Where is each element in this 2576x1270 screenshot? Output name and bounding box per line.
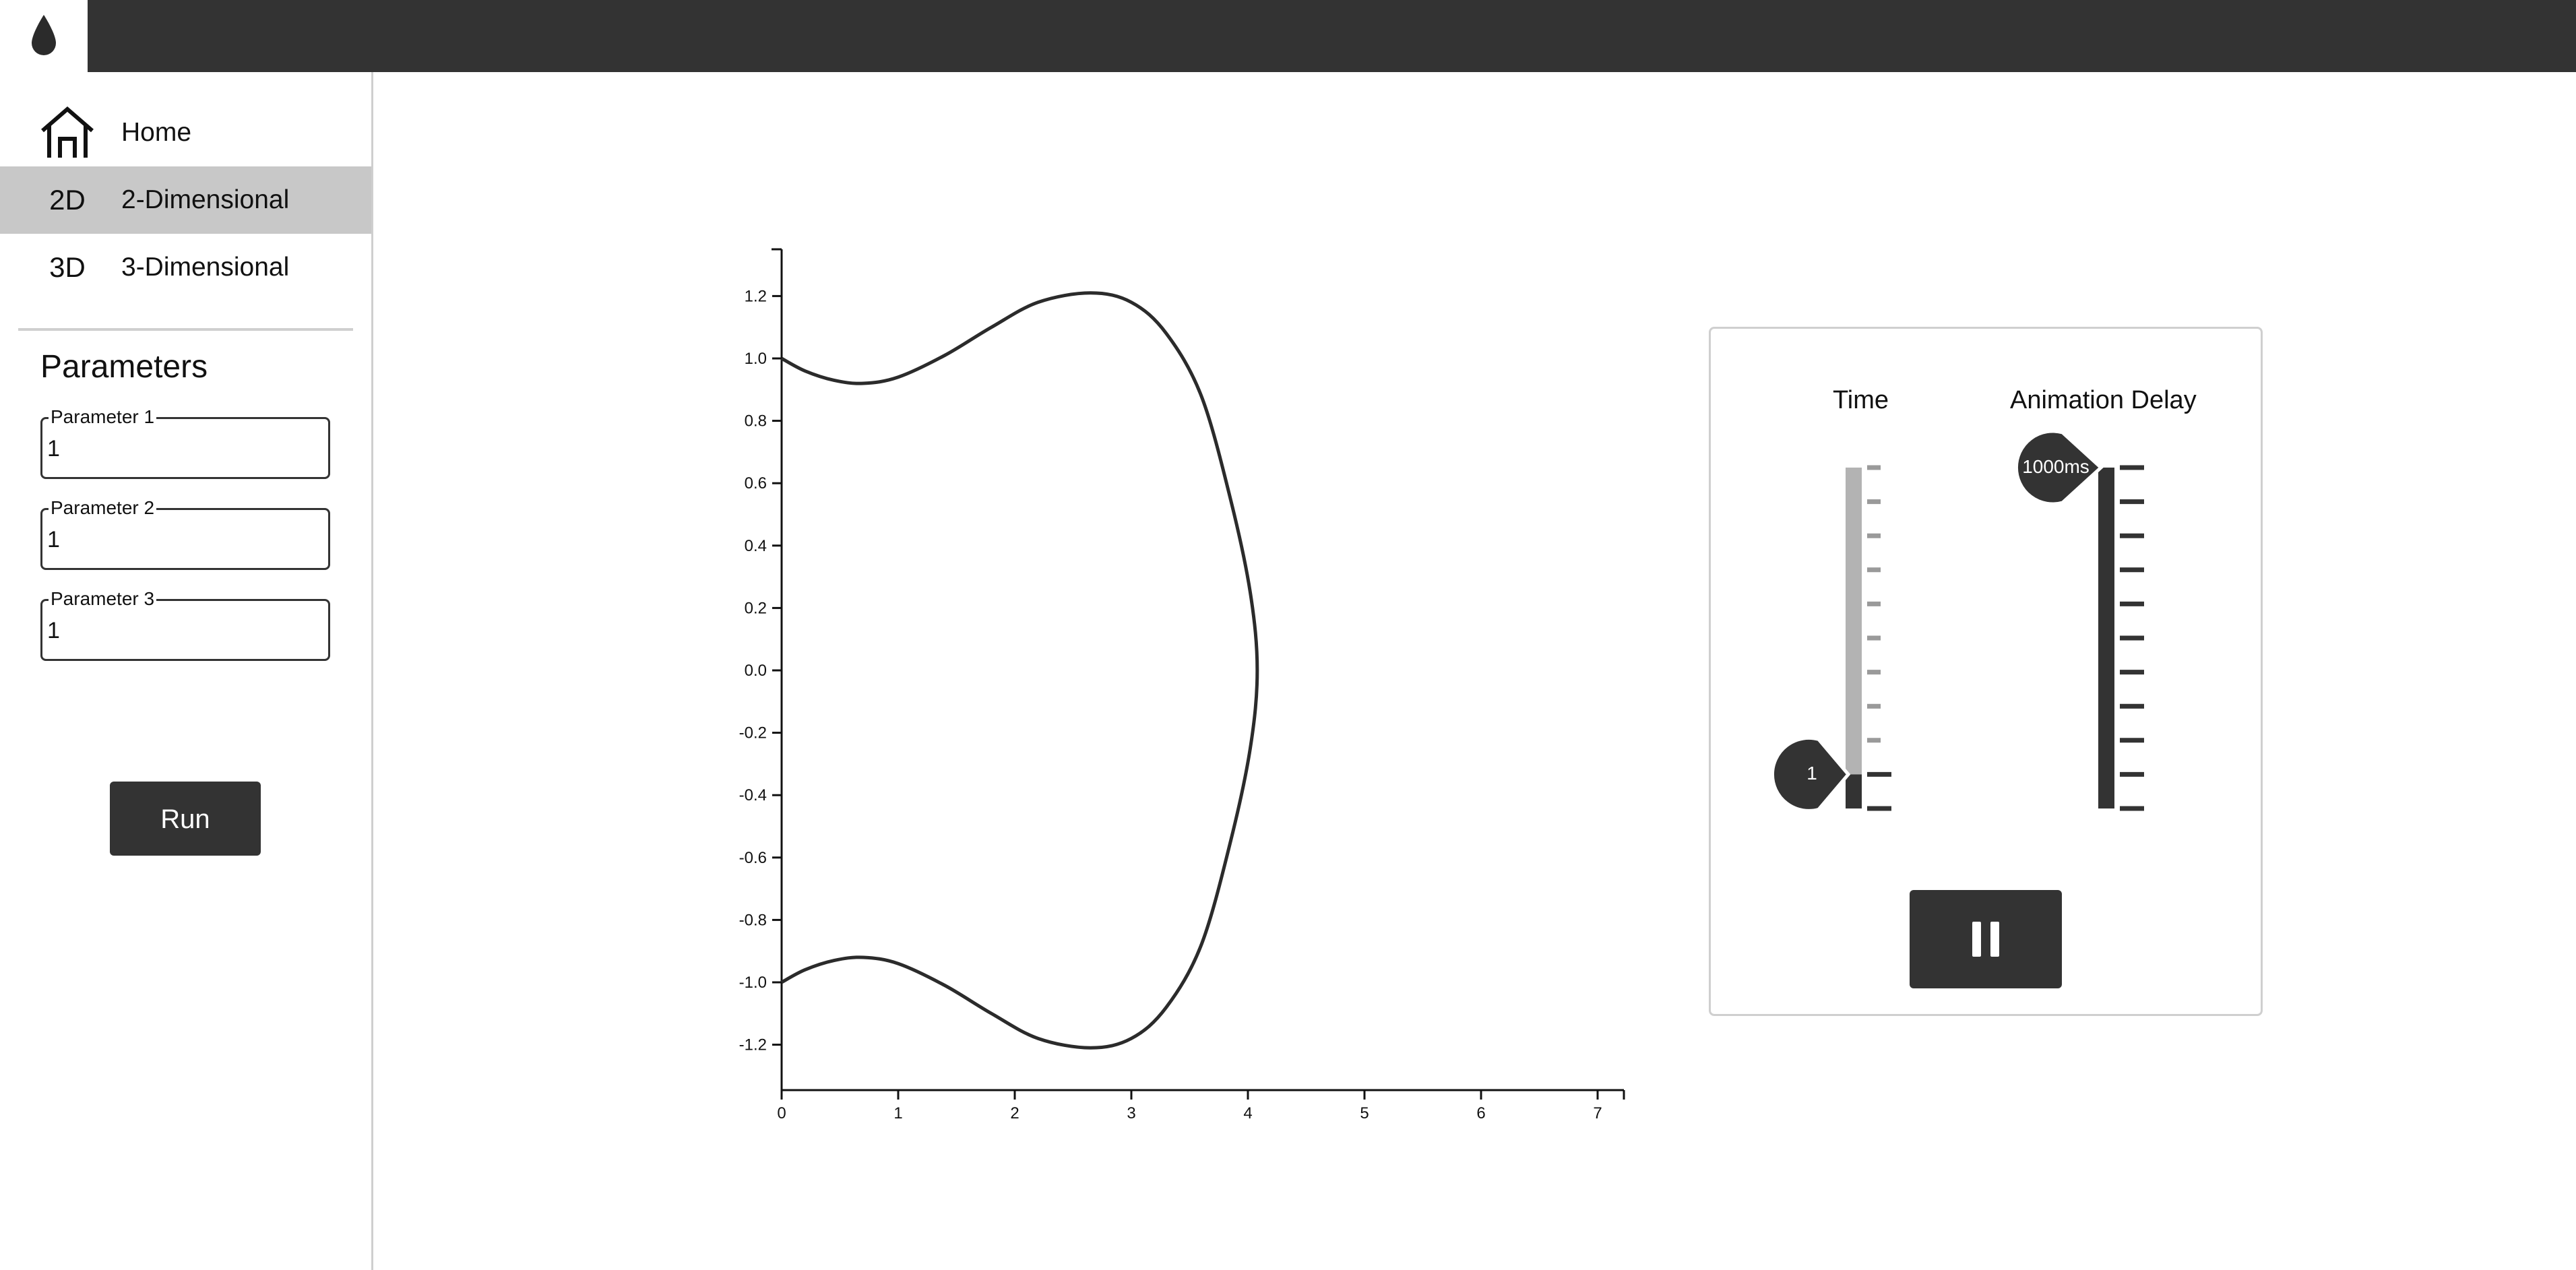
y-tick-label: -1.0: [739, 974, 767, 992]
y-tick-label: -1.2: [739, 1036, 767, 1054]
parameter-3-label: Parameter 3: [49, 589, 157, 609]
parameters-title: Parameters: [40, 349, 208, 385]
parameter-2-input[interactable]: [47, 524, 317, 555]
sidebar-item-3d[interactable]: 3D 3-Dimensional: [0, 234, 371, 301]
x-tick-label: 4: [1243, 1104, 1252, 1122]
parameter-2-label: Parameter 2: [49, 498, 157, 518]
x-tick-label: 2: [1010, 1104, 1019, 1122]
curve-chart: 1.2 1.0 0.8 0.6 0.4 0.2 0.0 -0.2 -0.4 -0.6 -0.8 -1.…: [739, 248, 1625, 1122]
curve-line: [780, 291, 1259, 1050]
time-slider-value: 1: [1807, 763, 1817, 784]
time-slider-track[interactable]: [1711, 329, 2261, 881]
y-tick-label: 0.2: [745, 599, 767, 617]
y-tick-label: -0.2: [739, 724, 767, 742]
sidebar-item-home[interactable]: Home: [0, 99, 371, 166]
y-tick-label: 1.0: [745, 350, 767, 368]
y-tick-label: 1.2: [745, 287, 767, 305]
pause-icon: [1972, 922, 1999, 957]
3d-icon: 3D: [49, 251, 86, 283]
parameter-1-label: Parameter 1: [49, 407, 157, 427]
sidebar-item-label: 2-Dimensional: [121, 185, 290, 214]
y-tick-label: 0.0: [745, 662, 767, 680]
logo[interactable]: [0, 0, 88, 72]
2d-icon: 2D: [49, 184, 86, 216]
x-tick-label: 0: [777, 1104, 786, 1122]
y-tick-label: -0.4: [739, 786, 767, 804]
y-tick-label: 0.8: [745, 412, 767, 431]
pause-button[interactable]: [1910, 890, 2062, 988]
parameter-3-field: Parameter 3: [40, 589, 330, 661]
droplet-icon: [32, 15, 56, 55]
sidebar-item-2d[interactable]: 2D 2-Dimensional: [0, 166, 371, 234]
sidebar-divider: [18, 328, 353, 331]
parameter-2-field: Parameter 2: [40, 498, 330, 570]
parameter-3-input[interactable]: [47, 615, 317, 646]
time-track-remaining: [1846, 468, 1862, 775]
y-tick-label: -0.6: [739, 849, 767, 867]
sidebar-item-label: Home: [121, 118, 192, 147]
y-tick-label: -0.8: [739, 911, 767, 929]
x-tick-label: 6: [1476, 1104, 1485, 1122]
top-bar: [0, 0, 2576, 72]
parameter-1-field: Parameter 1: [40, 407, 330, 479]
animation-control-panel: Time Animation Delay 1 1000ms: [1709, 327, 2263, 1016]
sidebar-item-label: 3-Dimensional: [121, 253, 290, 282]
parameter-1-input[interactable]: [47, 433, 317, 464]
y-tick-label: 0.6: [745, 474, 767, 493]
sidebar: Home 2D 2-Dimensional 3D 3-Dimensional P…: [0, 72, 373, 1270]
x-tick-label: 3: [1127, 1104, 1135, 1122]
y-tick-label: 0.4: [745, 537, 767, 555]
x-tick-label: 5: [1360, 1104, 1369, 1122]
x-tick-label: 7: [1593, 1104, 1602, 1122]
time-slider[interactable]: 1: [1711, 329, 2261, 881]
time-track-filled: [1846, 774, 1862, 808]
run-button[interactable]: Run: [110, 782, 261, 856]
home-icon: [37, 99, 98, 166]
x-tick-label: 1: [893, 1104, 902, 1122]
